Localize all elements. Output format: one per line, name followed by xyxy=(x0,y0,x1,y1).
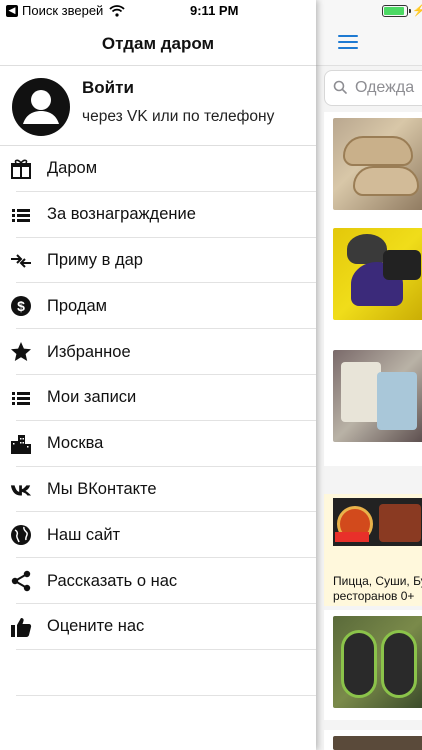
status-bar-back[interactable]: ◀ Поиск зверей xyxy=(6,3,125,18)
ad-image xyxy=(333,498,422,546)
back-app-label: Поиск зверей xyxy=(22,3,104,18)
login-subtitle: через VK или по телефону xyxy=(82,108,275,125)
menu-item-accept-gift[interactable]: Приму в дар xyxy=(0,238,316,284)
menu-item-label: Продам xyxy=(47,296,107,315)
menu-item-rate[interactable]: Оцените нас xyxy=(0,604,316,650)
menu-item-label: За вознаграждение xyxy=(47,205,196,224)
battery-fill xyxy=(384,7,404,15)
listing-photo-hats xyxy=(333,228,422,320)
listing-photo-clothes xyxy=(333,350,422,442)
menu-item-label: Мы ВКонтакте xyxy=(47,479,157,498)
menu-item-favorites[interactable]: Избранное xyxy=(0,329,316,375)
side-drawer: Отдам даром Войти через VK или по телефо… xyxy=(0,0,316,750)
listing-card[interactable] xyxy=(324,344,422,466)
back-arrow-icon: ◀ xyxy=(6,4,18,17)
list-icon xyxy=(10,387,32,409)
menu-item-reward[interactable]: За вознаграждение xyxy=(0,192,316,238)
star-icon xyxy=(10,341,32,363)
drawer-header: Отдам даром xyxy=(0,22,316,66)
ad-banner[interactable]: Пицца, Суши, Бу ресторанов 0+ xyxy=(324,494,422,606)
swap-arrows-icon xyxy=(10,250,32,272)
menu-item-label: Москва xyxy=(47,434,104,453)
listing-photo-sneakers xyxy=(333,616,422,708)
svg-text:$: $ xyxy=(17,298,25,314)
menu-item-label: Мои записи xyxy=(47,388,137,407)
menu-item-label: Избранное xyxy=(47,342,131,361)
menu-item-label: Рассказать о нас xyxy=(47,571,178,590)
drawer-title: Отдам даром xyxy=(101,33,215,53)
status-bar: ◀ Поиск зверей 9:11 PM ⚡ xyxy=(0,0,422,22)
menu-item-darom[interactable]: Даром xyxy=(0,146,316,192)
menu-item-sell[interactable]: $ Продам xyxy=(0,283,316,329)
city-icon xyxy=(10,433,32,455)
menu-item-website[interactable]: Наш сайт xyxy=(0,512,316,558)
ad-text-line2: ресторанов 0+ xyxy=(333,589,415,603)
ad-text-line1: Пицца, Суши, Бу xyxy=(333,574,422,588)
menu-item-vkontakte[interactable]: Мы ВКонтакте xyxy=(0,467,316,513)
vk-icon xyxy=(10,479,32,501)
thumbs-up-icon xyxy=(10,616,32,638)
listing-card[interactable] xyxy=(324,730,422,750)
globe-icon xyxy=(10,524,32,546)
drawer-menu: Даром За вознаграждение Приму в дар $ Пр… xyxy=(0,146,316,696)
wifi-icon xyxy=(109,4,125,17)
menu-item-label: Оцените нас xyxy=(47,617,145,636)
hamburger-menu-icon[interactable] xyxy=(338,35,358,51)
login-title: Войти xyxy=(82,78,134,97)
avatar-placeholder-icon xyxy=(12,78,70,136)
menu-item-label: Даром xyxy=(47,159,98,178)
menu-empty-row xyxy=(0,650,316,696)
listing-card[interactable] xyxy=(324,222,422,344)
menu-item-share[interactable]: Рассказать о нас xyxy=(0,558,316,604)
menu-item-label: Приму в дар xyxy=(47,250,143,269)
menu-item-city[interactable]: Москва xyxy=(0,421,316,467)
listing-photo-shoes xyxy=(333,118,422,210)
search-placeholder: Одежда xyxy=(355,79,415,96)
menu-item-my-posts[interactable]: Мои записи xyxy=(0,375,316,421)
menu-item-label: Наш сайт xyxy=(47,525,121,544)
search-field[interactable]: Одежда xyxy=(324,70,422,106)
status-time: 9:11 PM xyxy=(190,3,239,18)
listing-photo xyxy=(333,736,422,750)
gift-icon xyxy=(10,158,32,180)
background-page: Одежда Пицца, Суши, Бу ресторанов 0+ xyxy=(316,0,422,750)
dollar-icon: $ xyxy=(10,295,32,317)
list-icon xyxy=(10,204,32,226)
search-icon xyxy=(333,80,347,94)
login-row[interactable]: Войти через VK или по телефону xyxy=(0,66,316,146)
ad-text: Пицца, Суши, Бу ресторанов 0+ xyxy=(333,574,422,604)
battery-icon xyxy=(382,5,411,17)
charging-bolt-icon: ⚡ xyxy=(412,5,422,17)
share-icon xyxy=(10,570,32,592)
listing-card[interactable] xyxy=(324,610,422,720)
listing-card[interactable] xyxy=(324,112,422,222)
